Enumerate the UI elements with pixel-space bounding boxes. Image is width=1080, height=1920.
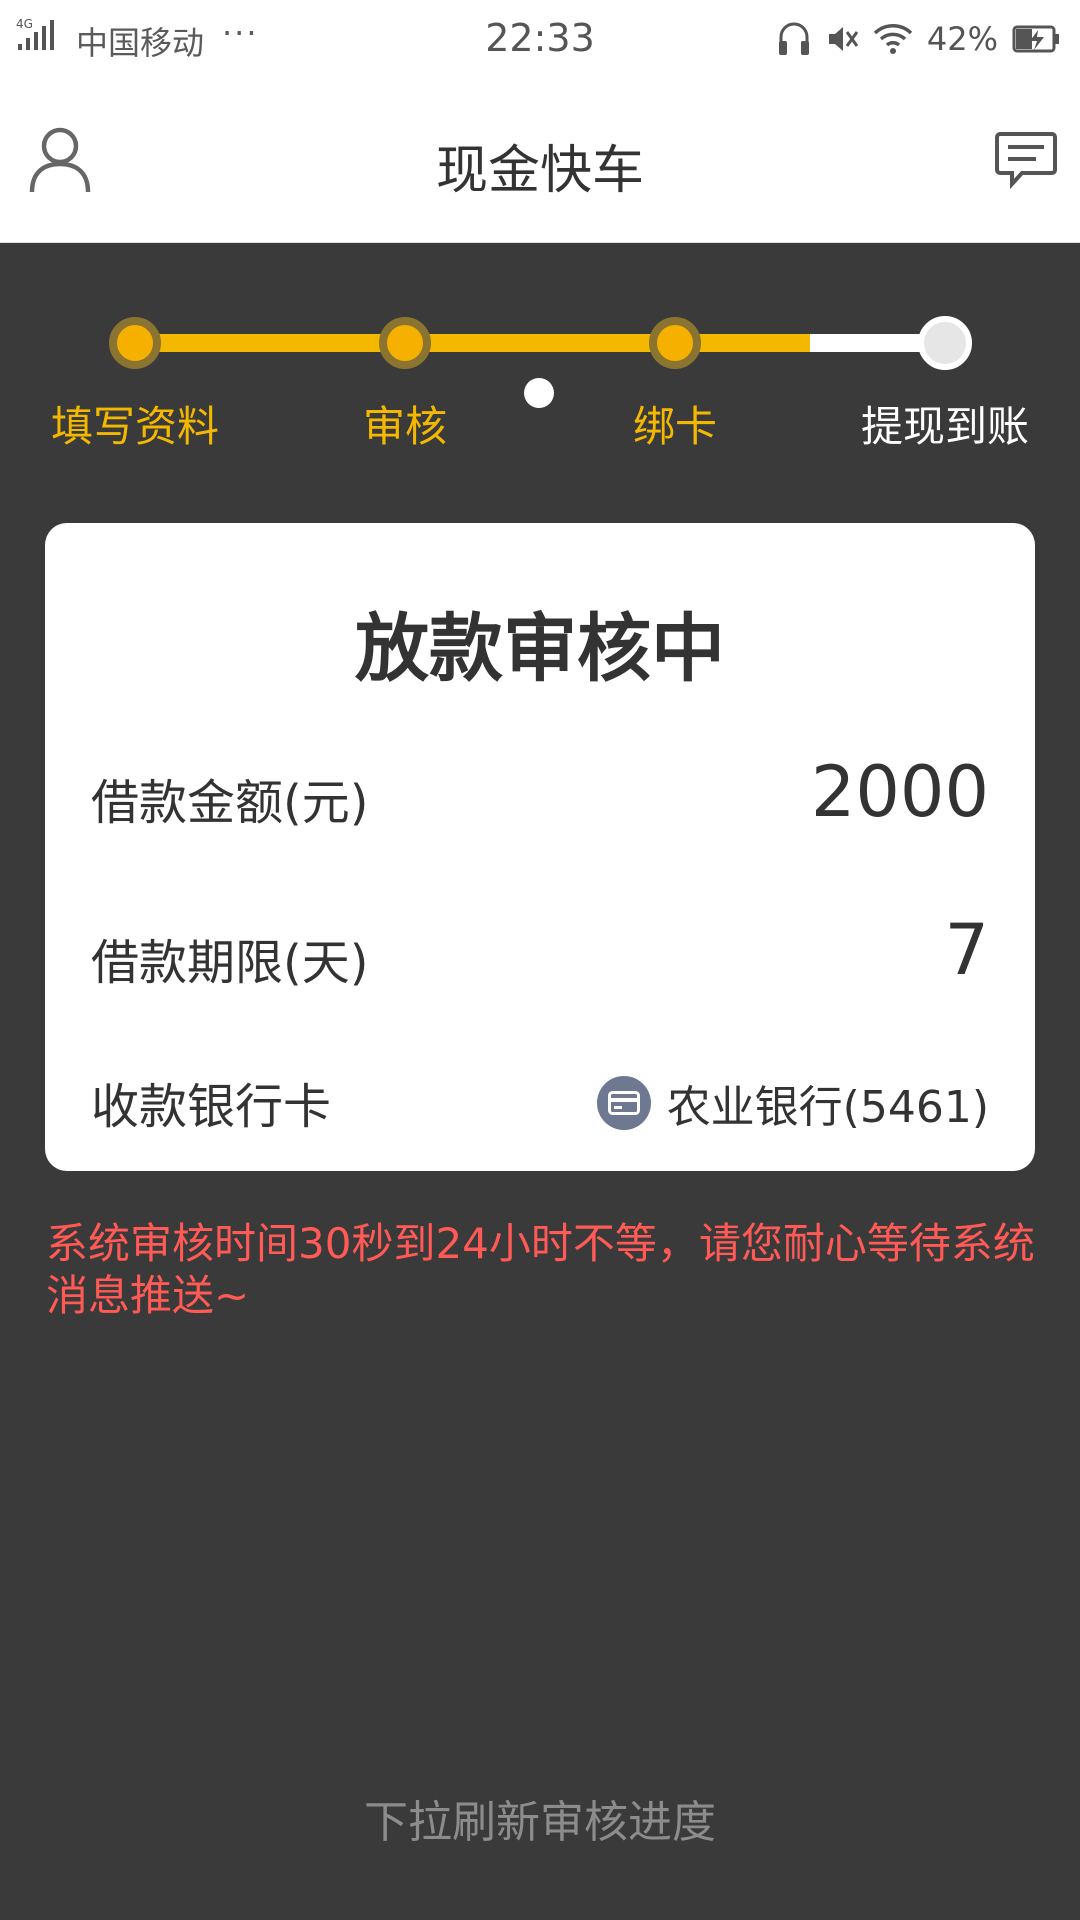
loan-term-label: 借款期限(天) [91,935,369,991]
review-time-notice: 系统审核时间30秒到24小时不等，请您耐心等待系统消息推送~ [46,1219,1035,1320]
step-label-withdraw: 提现到账 [860,402,1029,451]
status-bar: 4G 中国移动 ··· 22:33 42% [0,0,1080,78]
wifi-icon [873,24,913,54]
bank-card-icon [596,1076,651,1130]
step-label-fill-info: 填写资料 [50,402,219,451]
progress-track-complete [135,334,810,352]
loan-amount-value: 2000 [810,751,989,833]
loan-term-row: 借款期限(天) 7 [91,909,989,999]
loan-amount-label: 借款金额(元) [91,775,369,831]
bank-card-row: 收款银行卡 农业银行(5461) [91,1057,989,1147]
pull-to-refresh-hint: 下拉刷新审核进度 [364,1797,716,1848]
step-dot-bind-card [649,317,701,369]
mute-icon [828,27,859,51]
battery-percent: 42% [926,20,998,58]
bank-card-label: 收款银行卡 [91,1079,332,1135]
headphones-icon [778,22,809,55]
step-dot-withdraw [918,316,972,370]
status-icons: 42% [777,14,1062,64]
card-title: 放款审核中 [355,606,725,692]
loan-status-card: 放款审核中 借款金额(元) 2000 借款期限(天) 7 收款银行卡 农业银行(… [45,523,1035,1171]
app-header: 现金快车 [0,78,1080,243]
page-title: 现金快车 [435,141,644,201]
message-icon[interactable] [994,130,1058,190]
step-dot-fill-info [109,317,161,369]
battery-charging-icon [1012,25,1059,53]
loan-amount-row: 借款金额(元) 2000 [91,751,989,841]
bank-card-value: 农业银行(5461) [666,1082,989,1133]
step-label-review: 审核 [362,402,447,451]
step-dot-review [379,317,431,369]
step-label-bind-card: 绑卡 [632,402,717,451]
bank-card-value-group: 农业银行(5461) [596,1071,989,1135]
loan-term-value: 7 [944,909,989,991]
progress-indicator-dot [524,378,554,408]
